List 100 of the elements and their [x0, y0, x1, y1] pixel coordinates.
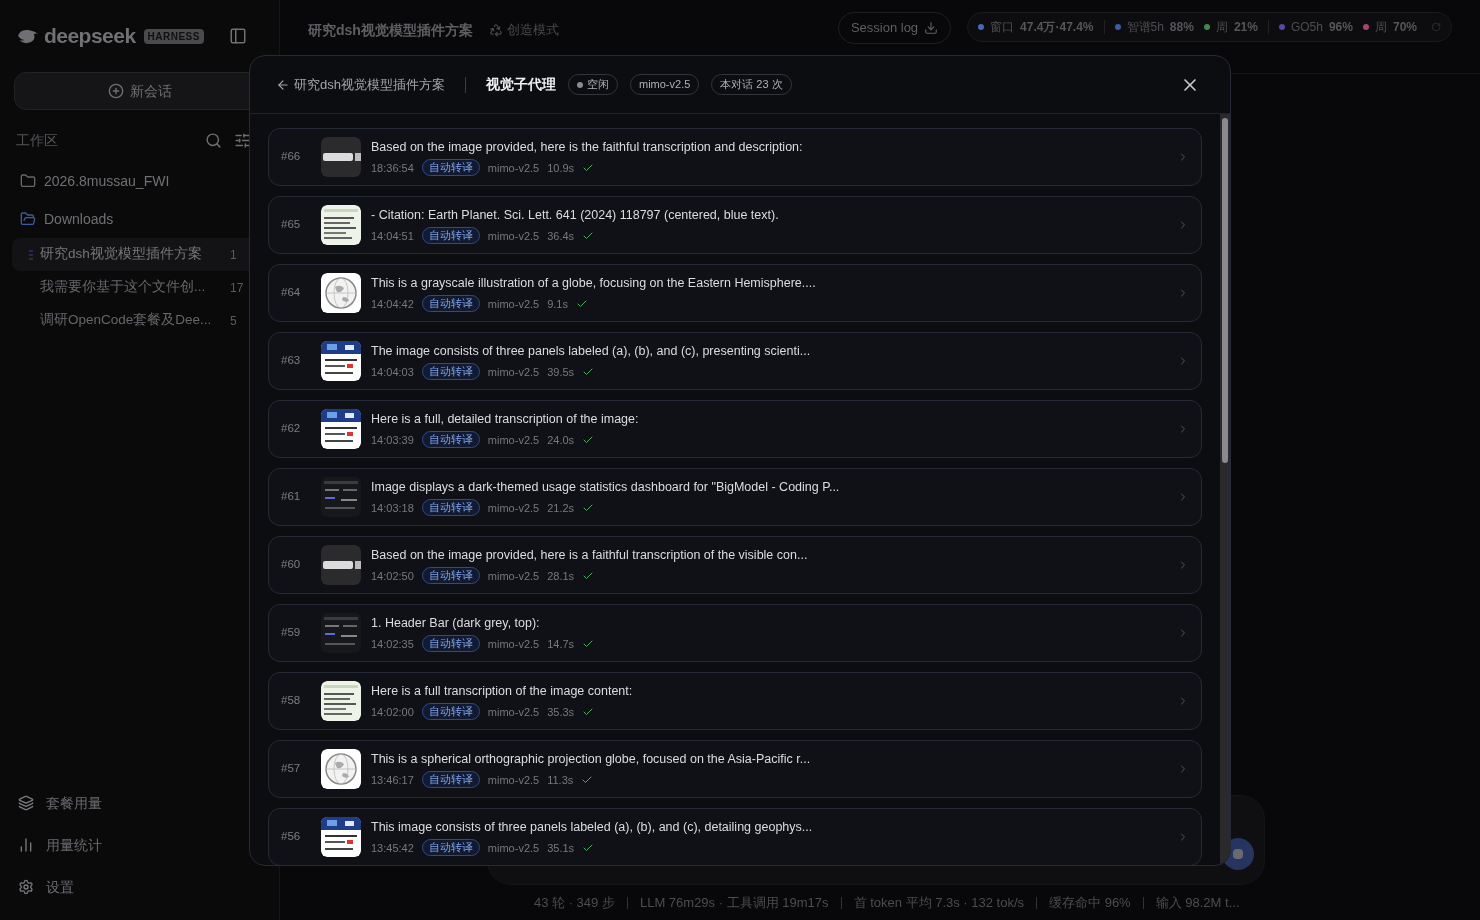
mode-label: 创造模式 — [488, 21, 559, 40]
result-summary: - Citation: Earth Planet. Sci. Lett. 641 (2024) 118797 (centered, blue text). — [371, 206, 780, 224]
subagent-call-row[interactable]: #60 Based on the image provided, here is a faithful transcription of the visible con... 14:02:50 自动转译 mimo-v2.5 28.1s — [268, 536, 1202, 594]
call-model: mimo-v2.5 — [487, 160, 540, 176]
usage-label: 周 — [1374, 19, 1387, 36]
scrollbar[interactable] — [1220, 114, 1230, 865]
call-number: #63 — [281, 353, 302, 369]
status-text: 缓存命中 96% — [1049, 893, 1131, 912]
result-summary: This is a spherical orthographic projection globe, focused on the Asia-Pacific r... — [371, 750, 812, 768]
status-text: 首 token 平均 7.3s · 132 tok/s — [853, 893, 1025, 912]
subagent-call-row[interactable]: #64 This is a grayscale illustration of a globe, focusing on the Eastern Hemisphere.... 14:04:42 自动转译 mimo-v2.5 9.1s — [268, 264, 1202, 322]
call-model: mimo-v2.5 — [487, 840, 540, 856]
result-summary: Based on the image provided, here is a faithful transcription of the visible con... — [371, 546, 809, 564]
call-time: 14:03:39 — [371, 432, 414, 448]
call-time: 13:45:42 — [371, 840, 414, 856]
call-model: mimo-v2.5 — [487, 636, 540, 652]
usage-value: 21% — [1233, 19, 1258, 36]
subagent-call-row[interactable]: #57 This is a spherical orthographic projection globe, focused on the Asia-Pacific r... 13:46:17 自动转译 mimo-v2.5 11.3s — [268, 740, 1202, 798]
usage-value: 96% — [1328, 19, 1353, 36]
call-model: mimo-v2.5 — [487, 772, 540, 788]
call-number: #64 — [281, 285, 302, 301]
call-model: mimo-v2.5 — [487, 364, 540, 380]
auto-translate-tag: 自动转译 — [421, 703, 480, 721]
auto-translate-tag: 自动转译 — [421, 431, 480, 449]
folder-icon — [20, 173, 36, 189]
call-time: 18:36:54 — [371, 160, 414, 176]
plus-circle-icon — [107, 83, 124, 99]
layers-icon — [18, 795, 34, 811]
open-folder-icon — [20, 211, 36, 227]
call-number: #62 — [281, 421, 302, 437]
conversation-title: 研究dsh视觉模型插件方案 — [308, 21, 473, 40]
usage-label: 周 — [1215, 19, 1228, 36]
filter-icon[interactable] — [234, 131, 251, 149]
call-duration: 35.1s — [547, 840, 575, 856]
call-duration: 39.5s — [547, 364, 575, 380]
section-label: 工作区 — [16, 130, 59, 150]
call-model: mimo-v2.5 — [487, 568, 540, 584]
drag-handle-icon[interactable] — [29, 249, 33, 260]
call-time: 14:04:51 — [371, 228, 414, 244]
call-duration: 11.3s — [547, 772, 574, 788]
result-summary: Here is a full transcription of the image content: — [371, 682, 634, 700]
call-duration: 35.3s — [547, 704, 575, 720]
dialog-title: 视觉子代理 — [485, 75, 556, 94]
auto-translate-tag: 自动转译 — [421, 839, 480, 857]
call-time: 14:04:03 — [371, 364, 414, 380]
auto-translate-tag: 自动转译 — [421, 227, 480, 245]
call-duration: 21.2s — [547, 500, 575, 516]
call-model: mimo-v2.5 — [487, 296, 540, 312]
subagent-call-row[interactable]: #59 1. Header Bar (dark grey, top): 14:02:35 自动转译 mimo-v2.5 14.7s — [268, 604, 1202, 662]
subagent-call-row[interactable]: #62 Here is a full, detailed transcription of the image: 14:03:39 自动转译 mimo-v2.5 24.0s — [268, 400, 1202, 458]
call-time: 14:04:42 — [371, 296, 414, 312]
call-model: mimo-v2.5 — [487, 228, 540, 244]
call-time: 13:46:17 — [371, 772, 414, 788]
call-number: #59 — [281, 625, 302, 641]
bar-chart-icon — [18, 837, 34, 853]
call-model: mimo-v2.5 — [487, 432, 540, 448]
auto-translate-tag: 自动转译 — [421, 499, 480, 517]
call-time: 14:02:50 — [371, 568, 414, 584]
refresh-icon[interactable] — [1431, 22, 1441, 32]
sidebar-footer-item[interactable]: 设置 — [0, 866, 279, 908]
call-number: #61 — [281, 489, 302, 505]
auto-translate-tag: 自动转译 — [421, 635, 480, 653]
call-duration: 24.0s — [547, 432, 575, 448]
subagent-call-row[interactable]: #61 Image displays a dark-themed usage statistics dashboard for "BigModel - Coding P... 14:03:18 自动转译 mimo-v2.5 21.2s — [268, 468, 1202, 526]
auto-translate-tag: 自动转译 — [421, 363, 480, 381]
download-icon — [924, 21, 939, 35]
subagent-call-row[interactable]: #63 The image consists of three panels labeled (a), (b), and (c), presenting scienti... 14:04:03 自动转译 mimo-v2.5 39.5s — [268, 332, 1202, 390]
call-model: mimo-v2.5 — [487, 704, 540, 720]
subagent-call-row[interactable]: #65 - Citation: Earth Planet. Sci. Lett. 641 (2024) 118797 (centered, blue text). 14:04:51 自动转译 mimo-v2.5 36.4s — [268, 196, 1202, 254]
call-number: #65 — [281, 217, 302, 233]
result-summary: Image displays a dark-themed usage statistics dashboard for "BigModel - Coding P... — [371, 478, 841, 496]
auto-translate-tag: 自动转译 — [421, 159, 480, 177]
back-link[interactable]: 研究dsh视觉模型插件方案 — [276, 74, 445, 95]
result-summary: This is a grayscale illustration of a globe, focusing on the Eastern Hemisphere.... — [371, 274, 817, 292]
call-duration: 9.1s — [547, 296, 568, 312]
usage-label: GO5h — [1290, 19, 1323, 36]
call-time: 14:03:18 — [371, 500, 414, 516]
status-text: 43 轮 · 349 步 — [534, 893, 615, 912]
search-icon[interactable] — [205, 131, 222, 149]
call-time: 14:02:00 — [371, 704, 414, 720]
result-summary: This image consists of three panels labeled (a), (b), and (c), detailing geophys... — [371, 818, 814, 836]
status-text: LLM 76m29s · 工具调用 19m17s — [639, 893, 829, 912]
call-number: #66 — [281, 149, 302, 165]
subagent-call-row[interactable]: #56 This image consists of three panels labeled (a), (b), and (c), detailing geophys... 13:45:42 自动转译 mimo-v2.5 35.1s — [268, 808, 1202, 865]
call-number: #60 — [281, 557, 302, 573]
call-duration: 28.1s — [547, 568, 575, 584]
result-summary: 1. Header Bar (dark grey, top): — [371, 614, 541, 632]
auto-translate-tag: 自动转译 — [421, 771, 480, 789]
call-number: #58 — [281, 693, 302, 709]
subagent-call-row[interactable]: #58 Here is a full transcription of the image content: 14:02:00 自动转译 mimo-v2.5 35.3s — [268, 672, 1202, 730]
app-name: deepseek — [44, 23, 136, 50]
usage-value: 88% — [1169, 19, 1194, 36]
usage-label: 窗口 — [990, 19, 1015, 36]
sidebar-toggle-icon[interactable] — [229, 27, 247, 45]
auto-translate-tag: 自动转译 — [421, 567, 480, 585]
subagent-call-row[interactable]: #66 Based on the image provided, here is the faithful transcription and description: 18:36:54 自动转译 mimo-v2.5 10.9s — [268, 128, 1202, 186]
call-model: mimo-v2.5 — [487, 500, 540, 516]
recycle-icon — [488, 23, 503, 38]
auto-translate-tag: 自动转译 — [421, 295, 480, 313]
call-duration: 10.9s — [547, 160, 575, 176]
